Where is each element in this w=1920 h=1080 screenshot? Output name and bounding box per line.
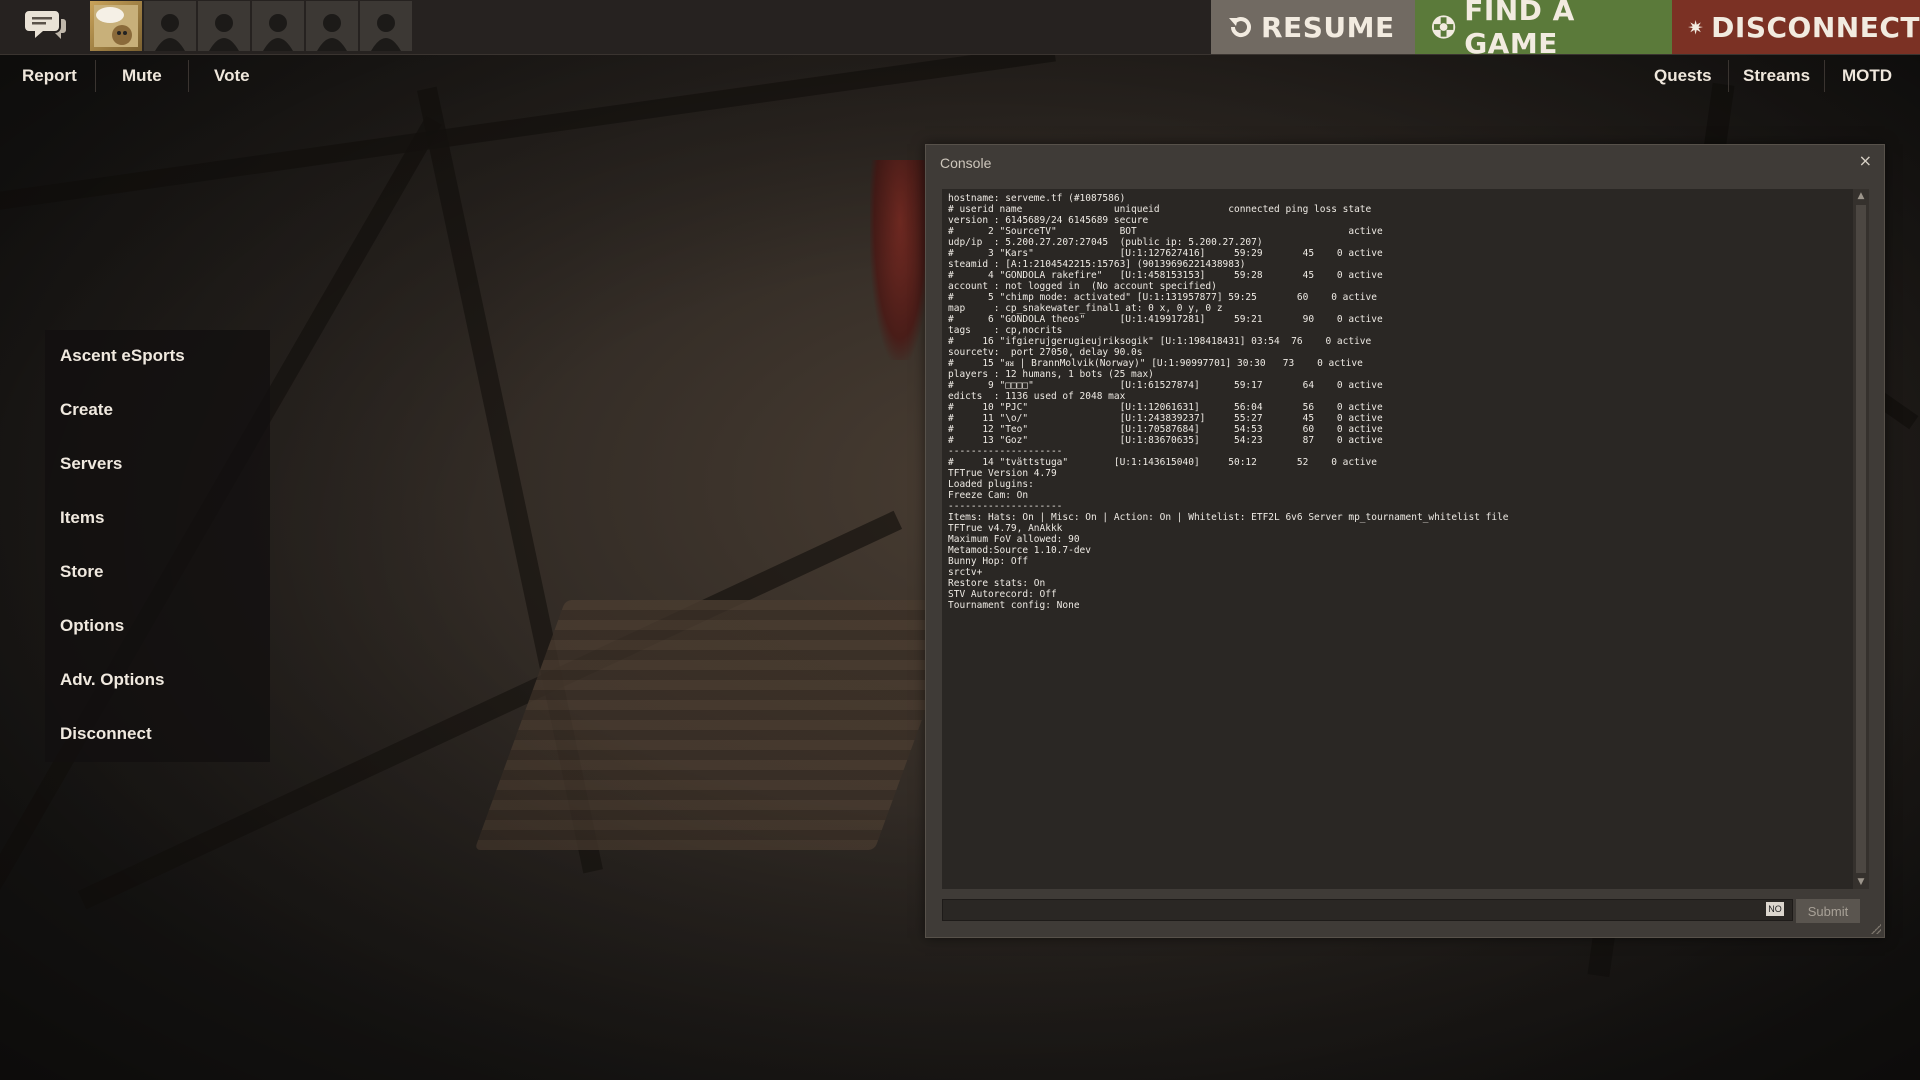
submit-button[interactable]: Submit — [1796, 899, 1860, 923]
menu-item-disconnect[interactable]: Disconnect — [60, 714, 152, 754]
person-silhouette-icon — [371, 14, 401, 51]
speech-bubbles-icon — [25, 11, 66, 39]
console-output[interactable]: hostname: serveme.tf (#1087586) # userid… — [942, 189, 1853, 889]
console-command-input[interactable] — [942, 899, 1793, 921]
resize-grip-icon[interactable] — [1871, 924, 1881, 934]
main-menu: Ascent eSports Create Servers Items Stor… — [45, 330, 270, 762]
subbar-divider — [1824, 60, 1825, 92]
console-title: Console — [940, 155, 992, 171]
resume-button[interactable]: RESUME — [1211, 0, 1415, 54]
menu-item-create[interactable]: Create — [60, 390, 113, 430]
scroll-up-arrow-icon[interactable]: ▲ — [1853, 189, 1869, 203]
resume-label: RESUME — [1261, 10, 1395, 44]
resume-arrow-icon — [1229, 17, 1251, 37]
disconnect-label: DISCONNECT — [1711, 10, 1920, 44]
motd-link[interactable]: MOTD — [1842, 55, 1892, 97]
disconnect-burst-icon — [1688, 19, 1704, 35]
chat-button[interactable] — [16, 4, 74, 50]
mute-link[interactable]: Mute — [122, 55, 162, 97]
close-icon[interactable]: × — [1859, 151, 1872, 170]
custom-avatar-icon — [94, 5, 138, 47]
report-link[interactable]: Report — [22, 55, 77, 97]
menu-item-options[interactable]: Options — [60, 606, 124, 646]
find-a-game-button[interactable]: FIND A GAME — [1415, 0, 1672, 60]
player-avatar[interactable] — [90, 1, 142, 51]
menu-item-adv-options[interactable]: Adv. Options — [60, 660, 165, 700]
empty-party-slot[interactable] — [144, 1, 196, 51]
scroll-down-arrow-icon[interactable]: ▼ — [1853, 875, 1869, 889]
empty-party-slot[interactable] — [360, 1, 412, 51]
console-log-text: hostname: serveme.tf (#1087586) # userid… — [948, 193, 1509, 611]
find-game-icon — [1431, 15, 1456, 39]
top-bar: RESUME FIND A GAME DISCONNECT — [0, 0, 1920, 60]
menu-item-ascent-esports[interactable]: Ascent eSports — [60, 336, 185, 376]
subbar-divider — [1728, 60, 1729, 92]
console-scrollbar[interactable]: ▲ ▼ — [1853, 189, 1869, 889]
empty-party-slot[interactable] — [306, 1, 358, 51]
menu-item-servers[interactable]: Servers — [60, 444, 122, 484]
empty-party-slot[interactable] — [198, 1, 250, 51]
person-silhouette-icon — [155, 14, 185, 51]
streams-link[interactable]: Streams — [1743, 55, 1810, 97]
empty-party-slot[interactable] — [252, 1, 304, 51]
subbar-divider — [95, 60, 96, 92]
menu-item-store[interactable]: Store — [60, 552, 103, 592]
person-silhouette-icon — [317, 14, 347, 51]
console-window[interactable]: Console × hostname: serveme.tf (#1087586… — [925, 144, 1885, 938]
ime-indicator-badge: NO — [1766, 902, 1784, 916]
scrollbar-thumb[interactable] — [1856, 205, 1866, 873]
menu-item-items[interactable]: Items — [60, 498, 104, 538]
vote-link[interactable]: Vote — [214, 55, 250, 97]
party-avatars — [90, 1, 412, 51]
disconnect-button[interactable]: DISCONNECT — [1672, 0, 1920, 54]
person-silhouette-icon — [263, 14, 293, 51]
subbar-divider — [188, 60, 189, 92]
find-a-game-label: FIND A GAME — [1464, 0, 1575, 60]
quests-link[interactable]: Quests — [1654, 55, 1712, 97]
person-silhouette-icon — [209, 14, 239, 51]
